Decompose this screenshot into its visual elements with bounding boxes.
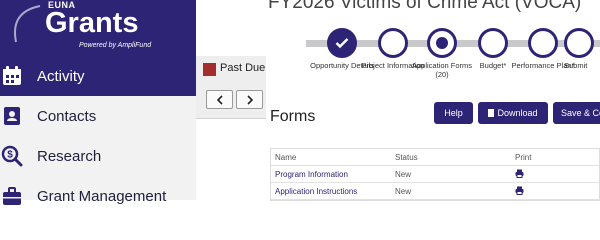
form-name-link[interactable]: Application Instructions — [275, 187, 357, 196]
step-circle — [427, 28, 457, 58]
current-step-dot — [436, 37, 448, 49]
form-status: New — [395, 170, 412, 179]
help-button[interactable]: Help — [434, 102, 473, 124]
brand-header[interactable]: EUNA Grants Powered by AmpliFund — [0, 0, 196, 56]
step-submit[interactable]: Submit — [558, 24, 600, 70]
save-continue-button[interactable]: Save & Co — [553, 102, 600, 124]
help-button-label: Help — [444, 108, 463, 118]
download-button[interactable]: Download — [478, 102, 548, 124]
step-circle — [378, 28, 408, 58]
form-status: New — [395, 187, 412, 196]
sidebar-item-research[interactable]: $ Research — [0, 136, 196, 176]
brand-name: Grants — [45, 7, 139, 39]
forms-table: Name Status Print Program Information Ne… — [270, 148, 600, 201]
table-header-row: Name Status Print — [271, 149, 599, 166]
step-circle — [528, 28, 558, 58]
application-stepper: Opportunity Details Project Information … — [266, 24, 600, 84]
svg-text:$: $ — [7, 150, 13, 161]
page-title: FY2026 Victims of Crime Act (VOCA) — [268, 0, 582, 13]
contact-card-icon — [0, 104, 24, 128]
calendar-icon — [0, 64, 24, 88]
download-button-label: Download — [497, 108, 538, 118]
print-icon[interactable] — [515, 186, 524, 195]
calendar-panel: Past Due — [196, 0, 266, 200]
top-bar — [196, 0, 266, 56]
previous-button[interactable] — [206, 90, 233, 109]
calendar-body — [196, 119, 266, 200]
column-header-print: Print — [515, 153, 532, 162]
sidebar-item-activity[interactable]: Activity — [0, 56, 196, 96]
form-name-link[interactable]: Program Information — [275, 170, 348, 179]
past-due-label: Past Due — [220, 62, 266, 74]
column-header-name: Name — [275, 153, 297, 162]
print-icon[interactable] — [515, 169, 524, 178]
chevron-right-icon — [246, 94, 253, 105]
step-label: Submit — [564, 61, 588, 70]
table-row[interactable]: Application Instructions New — [271, 183, 599, 200]
sidebar: EUNA Grants Powered by AmpliFund Activit… — [0, 0, 196, 205]
save-button-label: Save & Co — [561, 108, 600, 118]
step-circle — [327, 28, 357, 58]
file-download-icon — [488, 109, 495, 117]
step-circle — [478, 28, 508, 58]
sidebar-item-label: Research — [37, 147, 102, 165]
step-circle — [564, 28, 594, 58]
sidebar-item-label: Contacts — [37, 107, 97, 125]
next-button[interactable] — [236, 90, 263, 109]
table-row[interactable]: Program Information New — [271, 166, 599, 183]
grants-logo-icon — [14, 5, 41, 43]
sidebar-item-contacts[interactable]: Contacts — [0, 96, 196, 136]
search-dollar-icon: $ — [0, 144, 24, 168]
past-due-legend-swatch — [203, 63, 216, 76]
forms-heading: Forms — [270, 108, 316, 125]
column-header-status: Status — [395, 153, 418, 162]
checkmark-icon — [335, 38, 349, 49]
briefcase-icon — [0, 184, 24, 208]
sidebar-item-grant-management[interactable]: Grant Management — [0, 176, 196, 216]
chevron-left-icon — [216, 94, 223, 105]
sidebar-item-label: Grant Management — [37, 187, 167, 205]
sidebar-item-label: Activity — [37, 67, 85, 85]
brand-powered-by: Powered by AmpliFund — [79, 42, 152, 49]
application-panel: FY2026 Victims of Crime Act (VOCA) Oppor… — [266, 0, 600, 201]
